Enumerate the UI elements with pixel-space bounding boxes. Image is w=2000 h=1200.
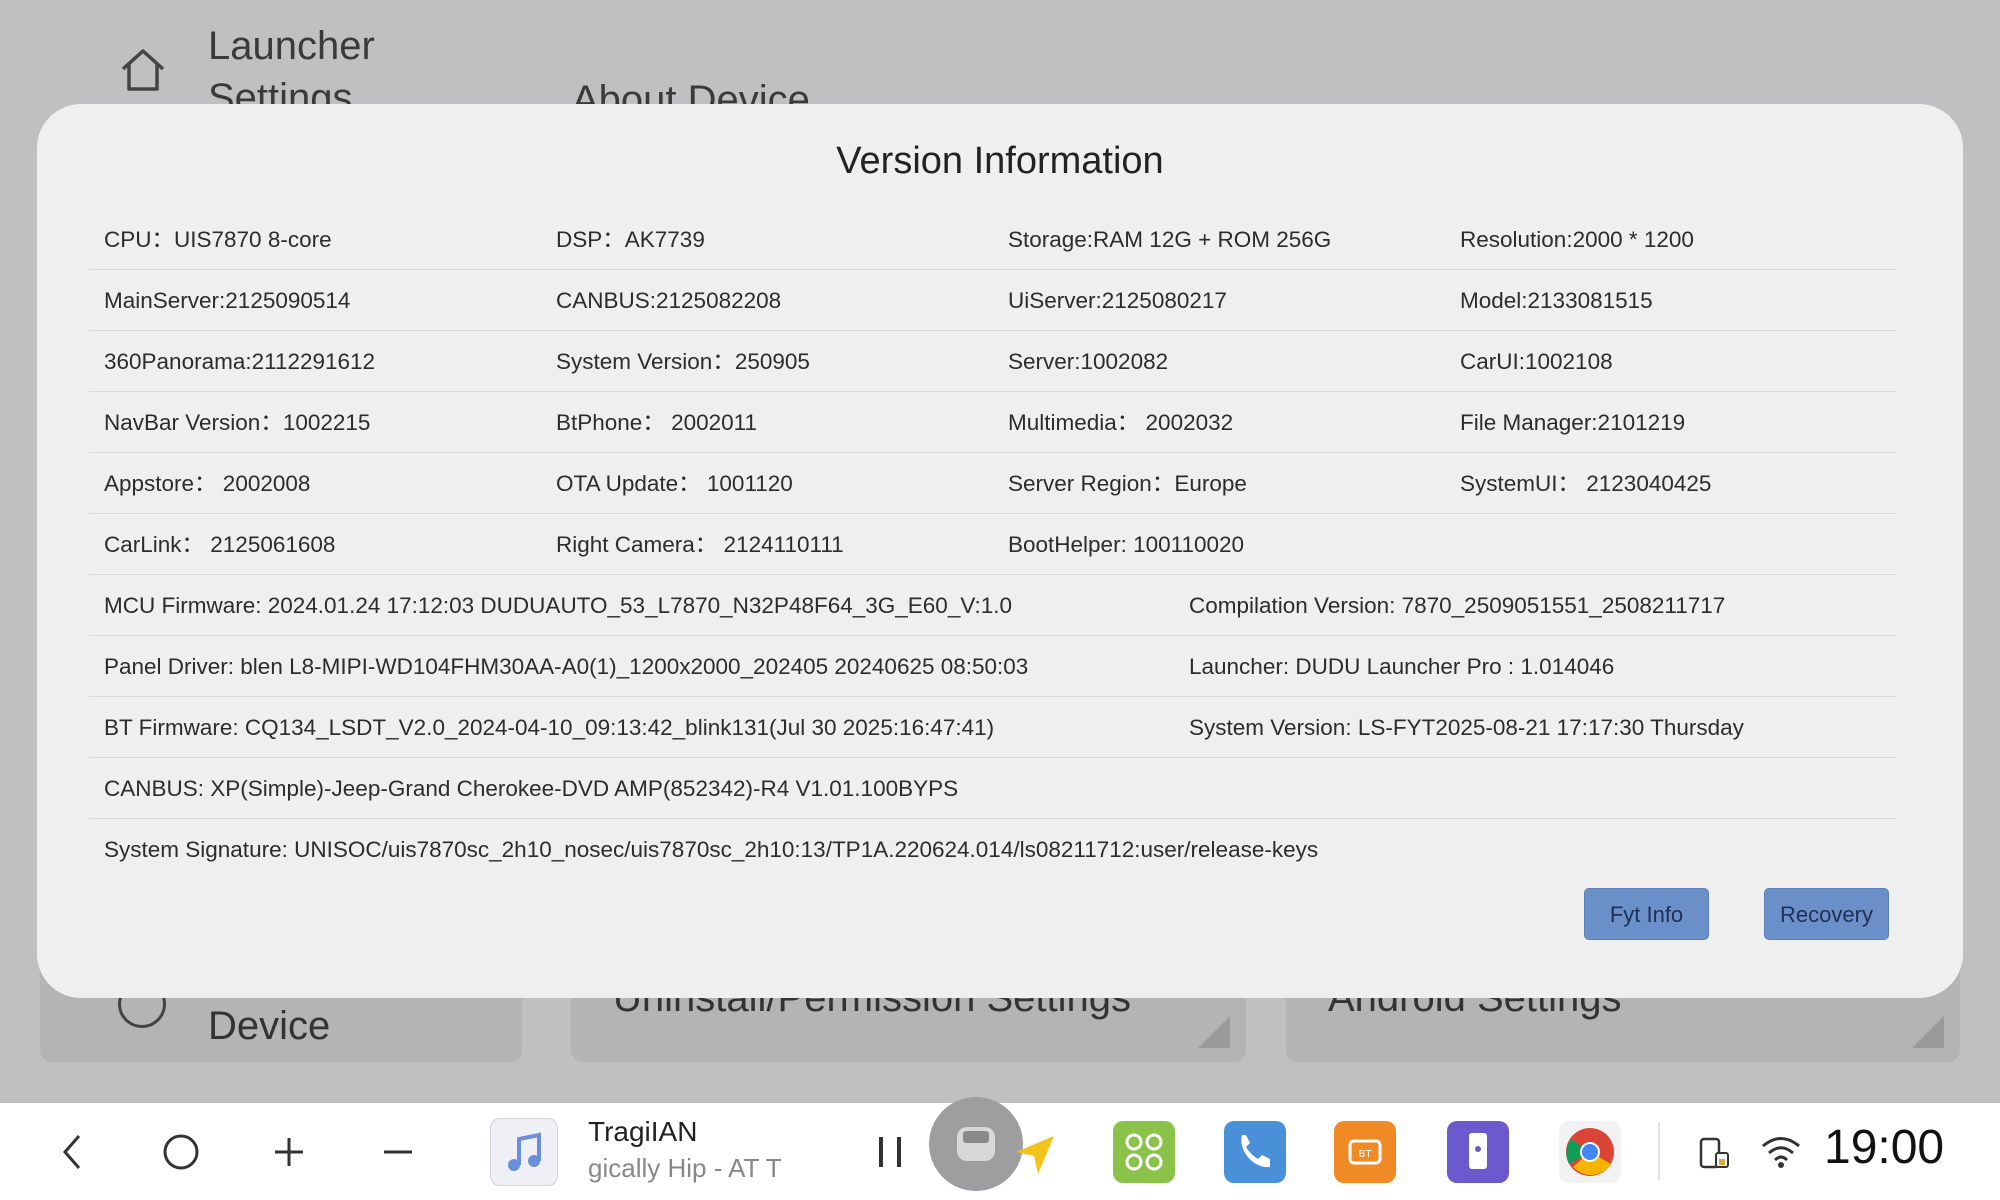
info-server-region: Server Region：Europe xyxy=(1008,471,1247,496)
clock: 19:00 xyxy=(1824,1121,1945,1174)
info-cpu: CPU：UIS7870 8-core xyxy=(104,227,332,252)
car-avatar-icon[interactable] xyxy=(929,1097,1023,1191)
info-row: CarLink： 2125061608 Right Camera： 212411… xyxy=(89,514,1897,575)
info-row: NavBar Version：1002215 BtPhone： 2002011 … xyxy=(89,392,1897,453)
info-systemui: SystemUI： 2123040425 xyxy=(1460,471,1712,496)
info-panel-driver: Panel Driver: blen L8-MIPI-WD104FHM30AA-… xyxy=(104,654,1029,679)
info-uiserver: UiServer:2125080217 xyxy=(1008,288,1227,313)
fyt-info-button[interactable]: Fyt Info xyxy=(1584,888,1709,940)
info-resolution: Resolution:2000 * 1200 xyxy=(1460,227,1694,252)
navigation-arrow-icon[interactable] xyxy=(1014,1134,1056,1181)
info-appstore: Appstore： 2002008 xyxy=(104,471,311,496)
back-icon[interactable] xyxy=(52,1103,92,1200)
info-row: MainServer:2125090514 CANBUS:2125082208 … xyxy=(89,270,1897,331)
phone-link-icon[interactable] xyxy=(1447,1121,1509,1183)
info-row: Panel Driver: blen L8-MIPI-WD104FHM30AA-… xyxy=(89,636,1897,697)
divider xyxy=(1658,1122,1660,1180)
info-file-manager: File Manager:2101219 xyxy=(1460,410,1686,435)
info-row: BT Firmware: CQ134_LSDT_V2.0_2024-04-10_… xyxy=(89,697,1897,758)
info-row: CPU：UIS7870 8-core DSP：AK7739 Storage:RA… xyxy=(89,209,1897,270)
apps-grid-icon[interactable] xyxy=(1113,1121,1175,1183)
info-mcu-firmware: MCU Firmware: 2024.01.24 17:12:03 DUDUAU… xyxy=(104,593,1013,618)
info-row: CANBUS: XP(Simple)-Jeep-Grand Cherokee-D… xyxy=(89,758,1897,819)
info-carlink: CarLink： 2125061608 xyxy=(104,532,336,557)
info-server: Server:1002082 xyxy=(1008,349,1169,374)
info-ota-update: OTA Update： 1001120 xyxy=(556,471,793,496)
info-launcher: Launcher: DUDU Launcher Pro : 1.014046 xyxy=(1189,654,1615,679)
svg-text:BT: BT xyxy=(1359,1149,1373,1160)
info-bt-firmware: BT Firmware: CQ134_LSDT_V2.0_2024-04-10_… xyxy=(104,715,995,740)
info-right-camera: Right Camera： 2124110111 xyxy=(556,532,844,557)
home-icon xyxy=(121,49,165,91)
card-label: Device xyxy=(208,1004,331,1048)
info-row: 360Panorama:2112291612 System Version：25… xyxy=(89,331,1897,392)
corner-indicator xyxy=(1912,1016,1944,1048)
music-app-icon[interactable] xyxy=(490,1118,558,1186)
info-storage: Storage:RAM 12G + ROM 256G xyxy=(1008,227,1332,252)
dialog-title: Version Information xyxy=(836,140,1164,182)
info-row: MCU Firmware: 2024.01.24 17:12:03 DUDUAU… xyxy=(89,575,1897,636)
corner-indicator xyxy=(1198,1016,1230,1048)
volume-down-icon[interactable] xyxy=(377,1103,419,1200)
pause-icon[interactable] xyxy=(872,1103,908,1200)
bt-phone-icon[interactable] xyxy=(1224,1121,1286,1183)
info-multimedia: Multimedia： 2002032 xyxy=(1008,410,1234,435)
info-btphone: BtPhone： 2002011 xyxy=(556,410,757,435)
info-compilation-version: Compilation Version: 7870_2509051551_250… xyxy=(1189,593,1726,618)
wifi-icon xyxy=(1758,1103,1804,1200)
home-icon[interactable] xyxy=(160,1103,202,1200)
info-navbar-version: NavBar Version：1002215 xyxy=(104,410,371,435)
info-canbus: CANBUS: XP(Simple)-Jeep-Grand Cherokee-D… xyxy=(104,776,959,801)
info-boothelper: BootHelper: 100110020 xyxy=(1008,532,1245,557)
info-system-signature: System Signature: UNISOC/uis7870sc_2h10_… xyxy=(104,837,1319,862)
info-mainserver: MainServer:2125090514 xyxy=(104,288,351,313)
info-carui: CarUI:1002108 xyxy=(1460,349,1613,374)
chrome-icon[interactable] xyxy=(1559,1121,1621,1183)
media-subtitle: gically Hip - AT T xyxy=(588,1153,782,1183)
volume-up-icon[interactable] xyxy=(268,1103,310,1200)
info-360panorama: 360Panorama:2112291612 xyxy=(104,349,376,374)
recovery-button[interactable]: Recovery xyxy=(1764,888,1889,940)
info-model: Model:2133081515 xyxy=(1460,288,1653,313)
info-row: System Signature: UNISOC/uis7870sc_2h10_… xyxy=(89,819,1897,880)
info-system-version: System Version：250905 xyxy=(556,349,810,374)
info-system-version-full: System Version: LS-FYT2025-08-21 17:17:3… xyxy=(1189,715,1744,740)
phone-charging-icon xyxy=(1696,1103,1734,1200)
info-dsp: DSP：AK7739 xyxy=(556,227,705,252)
media-title: TragiIAN xyxy=(588,1116,698,1147)
bt-music-icon[interactable]: BT xyxy=(1334,1121,1396,1183)
info-canbus-version: CANBUS:2125082208 xyxy=(556,288,782,313)
info-row: Appstore： 2002008 OTA Update： 1001120 Se… xyxy=(89,453,1897,514)
